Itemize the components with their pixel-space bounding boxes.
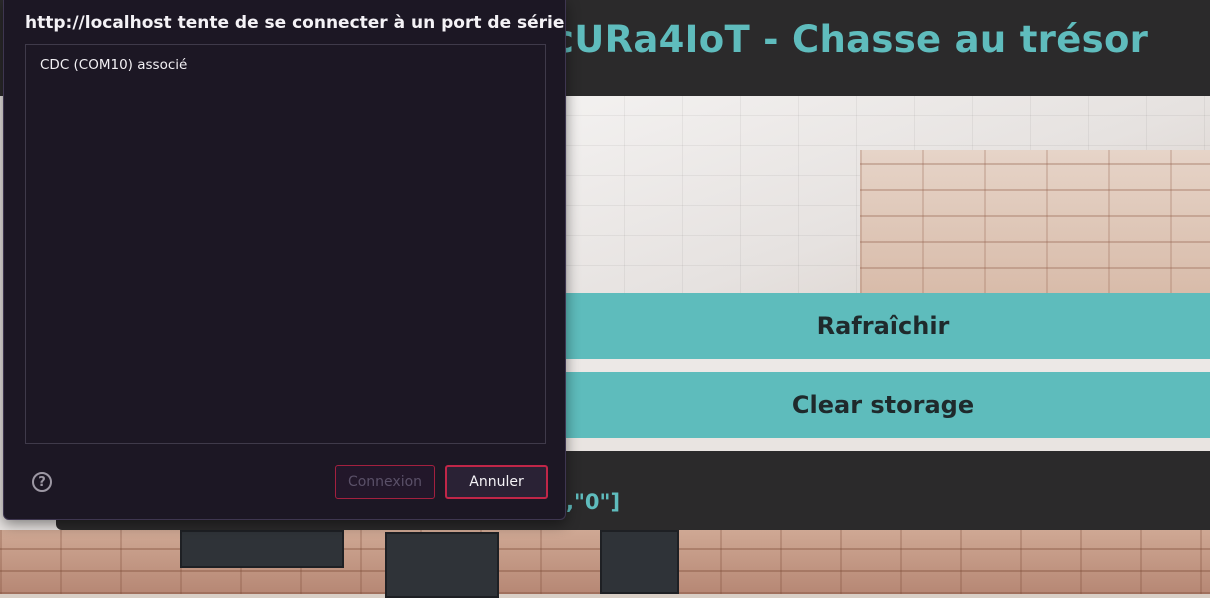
divider — [556, 359, 1210, 372]
background-monitor — [600, 530, 679, 594]
refresh-button[interactable]: Rafraîchir — [556, 293, 1210, 359]
page-title: cURa4IoT - Chasse au trésor — [552, 18, 1149, 61]
serial-port-dialog: http://localhost tente de se connecter à… — [3, 0, 566, 520]
clear-storage-button[interactable]: Clear storage — [556, 372, 1210, 438]
background-brick-wall — [860, 150, 1210, 295]
console-output: ,"0"] — [566, 490, 621, 514]
dialog-title: http://localhost tente de se connecter à… — [25, 13, 565, 33]
background-monitor — [385, 532, 499, 598]
connect-button[interactable]: Connexion — [335, 465, 435, 499]
background-monitor — [180, 530, 344, 568]
cancel-button[interactable]: Annuler — [445, 465, 548, 499]
divider — [556, 438, 1210, 451]
device-item[interactable]: CDC (COM10) associé — [40, 57, 187, 73]
help-icon[interactable]: ? — [32, 472, 52, 492]
device-list[interactable]: CDC (COM10) associé — [25, 44, 546, 444]
